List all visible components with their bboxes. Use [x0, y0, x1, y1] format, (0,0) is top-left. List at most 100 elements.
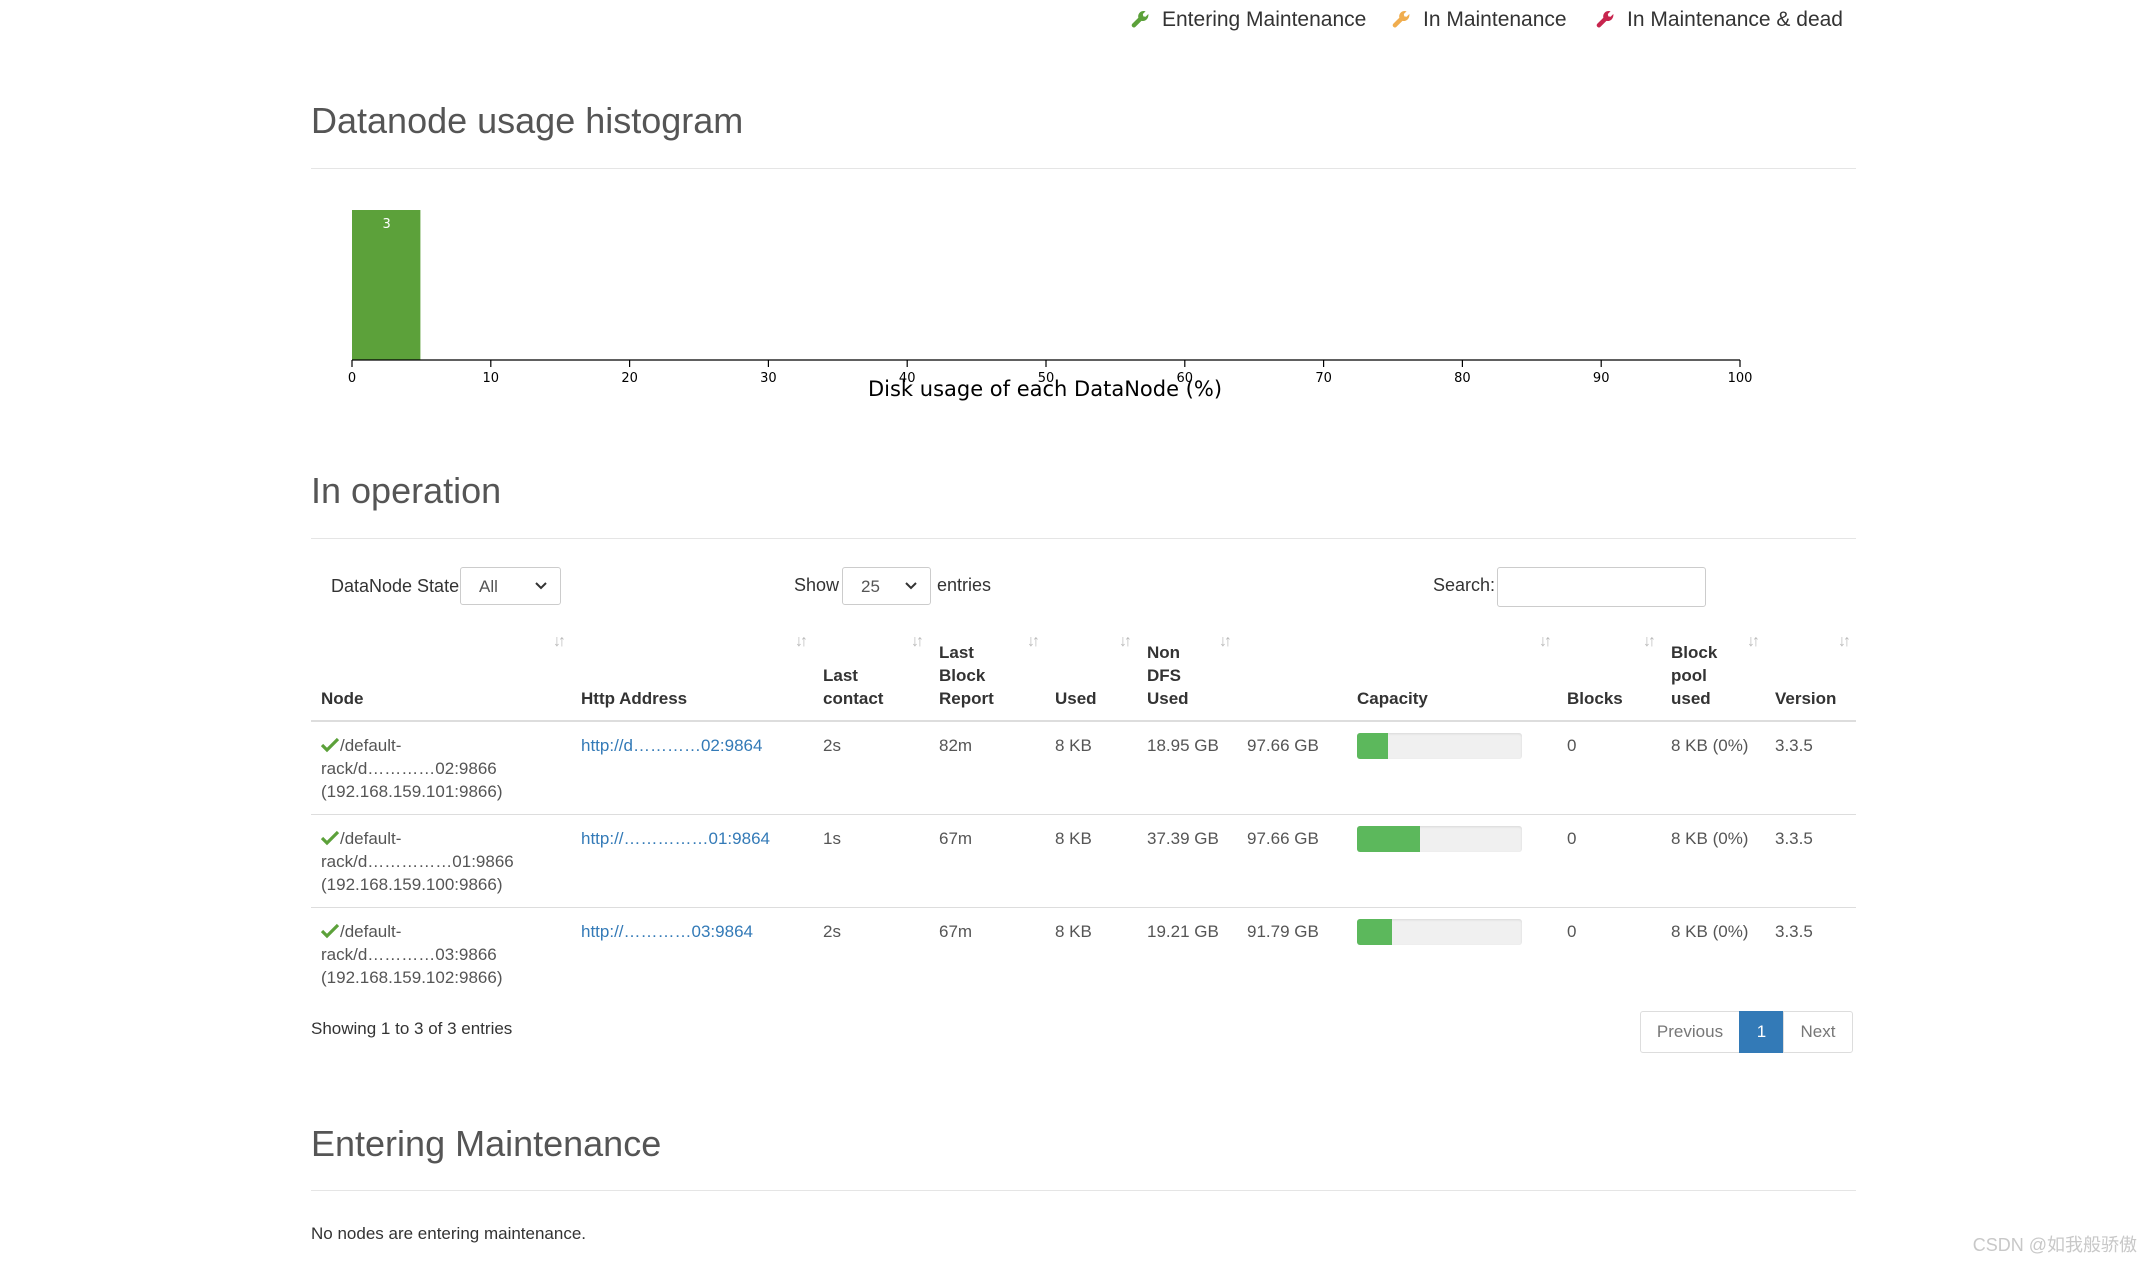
http-cell: http://……………01:9864 — [571, 814, 813, 908]
page-1-button[interactable]: 1 — [1739, 1011, 1784, 1053]
capacity-progress-bar — [1357, 919, 1522, 945]
column-label: Node — [321, 689, 364, 708]
node-cell: /default- rack/d…………02:9866 (192.168.159… — [311, 721, 571, 815]
next-page-button[interactable]: Next — [1783, 1011, 1853, 1053]
column-header-capacity-total — [1237, 630, 1347, 722]
capacity-progress-bar — [1357, 733, 1522, 759]
previous-page-button[interactable]: Previous — [1640, 1011, 1740, 1053]
http-address-link[interactable]: http://…………03:9864 — [581, 922, 753, 941]
column-header-block-pool-used[interactable]: ↓↑ Block pool used — [1661, 630, 1765, 722]
column-label: Blocks — [1567, 689, 1623, 708]
x-tick-label: 0 — [348, 371, 356, 386]
entering-maintenance-message: No nodes are entering maintenance. — [311, 1224, 587, 1243]
http-cell: http://…………03:9864 — [571, 907, 813, 1000]
last-contact-cell: 2s — [823, 736, 841, 755]
non-dfs-used-cell: 37.39 GB — [1137, 814, 1237, 908]
legend-label: Entering Maintenance — [1162, 8, 1367, 31]
capacity-cell: 97.66 GB — [1247, 736, 1319, 755]
search-input[interactable] — [1497, 567, 1706, 607]
column-label: Used — [1147, 689, 1189, 708]
http-address-link[interactable]: http://d…………02:9864 — [581, 736, 762, 755]
sort-icon: ↓↑ — [1747, 633, 1760, 650]
divider — [311, 538, 1856, 539]
node-rack: /default- — [340, 829, 402, 848]
column-header-non-dfs-used[interactable]: ↓↑ Non DFS Used — [1137, 630, 1237, 722]
sort-icon: ↓↑ — [1643, 633, 1656, 650]
last-block-report-cell: 67m — [929, 814, 1045, 908]
usage-histogram-chart: 3 0 10 20 30 40 50 60 70 80 90 100 Disk usage of e… — [348, 210, 1753, 401]
wrench-icon — [1131, 10, 1149, 28]
column-header-blocks[interactable]: ↓↑ Blocks — [1557, 630, 1661, 722]
x-tick-label: 100 — [1728, 371, 1753, 386]
column-header-last-block-report[interactable]: ↓↑ Last Block Report — [929, 630, 1045, 722]
entries-per-page-select[interactable]: 25 — [842, 567, 931, 605]
node-rack: /default- — [340, 922, 402, 941]
column-label: Non — [1147, 643, 1181, 662]
column-label: Used — [1055, 689, 1097, 708]
used-cell: 8 KB — [1055, 736, 1092, 755]
legend-in-maintenance-dead: In Maintenance & dead — [1595, 8, 1843, 32]
search-label: Search: — [1433, 575, 1496, 595]
x-axis-label: Disk usage of each DataNode (%) — [868, 377, 1222, 401]
capacity-bar-cell — [1347, 721, 1557, 815]
capacity-cell: 91.79 GB — [1237, 907, 1347, 1000]
column-header-last-contact[interactable]: ↓↑ Last contact — [813, 630, 929, 722]
sort-icon: ↓↑ — [1219, 633, 1232, 650]
sort-icon: ↓↑ — [1027, 633, 1040, 650]
column-label: Report — [939, 689, 994, 708]
watermark-text: CSDN @如我般骄傲 — [1972, 1235, 2137, 1255]
node-ip: (192.168.159.101:9866) — [321, 782, 503, 801]
table-row: /default- rack/d…………02:9866 (192.168.159… — [311, 721, 1856, 815]
capacity-cell: 97.66 GB — [1237, 814, 1347, 908]
sort-icon: ↓↑ — [1539, 633, 1552, 650]
sort-icon: ↓↑ — [795, 633, 808, 650]
divider — [311, 1190, 1856, 1191]
non-dfs-used-cell: 18.95 GB — [1147, 736, 1219, 755]
table-header-row: ↓↑ Node ↓↑ Http Address ↓↑ Last contact ↓↑ La… — [311, 630, 1856, 722]
non-dfs-used-cell: 19.21 GB — [1137, 907, 1237, 1000]
table-row: /default- rack/d……………01:9866 (192.168.15… — [311, 814, 1856, 908]
show-label: Show — [794, 575, 840, 595]
datanode-state-label: DataNode State — [331, 576, 460, 596]
node-ip: (192.168.159.102:9866) — [321, 968, 503, 987]
node-host: rack/d…………03:9866 — [321, 945, 497, 964]
in-operation-title: In operation — [311, 470, 502, 511]
legend-label: In Maintenance — [1423, 8, 1567, 31]
node-cell: /default- rack/d……………01:9866 (192.168.15… — [311, 814, 571, 908]
http-address-link[interactable]: http://……………01:9864 — [581, 829, 770, 848]
used-cell: 8 KB — [1045, 814, 1137, 908]
histogram-bar-label: 3 — [383, 217, 391, 232]
last-contact-cell: 2s — [813, 907, 929, 1000]
x-tick-label: 30 — [760, 371, 777, 386]
sort-icon: ↓↑ — [553, 633, 566, 650]
capacity-progress-fill — [1357, 919, 1392, 945]
column-header-capacity[interactable]: ↓↑ Capacity — [1347, 630, 1557, 722]
table-row: /default- rack/d…………03:9866 (192.168.159… — [311, 907, 1856, 1000]
column-header-used[interactable]: ↓↑ Used — [1045, 630, 1137, 722]
wrench-icon — [1596, 10, 1614, 28]
last-block-report-cell: 67m — [929, 907, 1045, 1000]
column-header-version[interactable]: ↓↑ Version — [1765, 630, 1856, 722]
x-tick-label: 90 — [1593, 371, 1610, 386]
datanode-state-value: All — [479, 577, 498, 596]
column-label: Version — [1775, 689, 1837, 708]
column-header-node[interactable]: ↓↑ Node — [311, 630, 571, 722]
blocks-cell: 0 — [1567, 736, 1577, 755]
x-tick-label: 70 — [1315, 371, 1332, 386]
version-cell: 3.3.5 — [1775, 736, 1813, 755]
datanode-state-select[interactable]: All — [460, 567, 561, 605]
column-label: Http Address — [581, 689, 688, 708]
column-label: contact — [823, 689, 884, 708]
x-tick-label: 20 — [621, 371, 638, 386]
sort-icon: ↓↑ — [911, 633, 924, 650]
http-cell: http://d…………02:9864 — [571, 721, 813, 815]
version-cell: 3.3.5 — [1765, 907, 1856, 1000]
last-contact-cell: 1s — [813, 814, 929, 908]
version-cell: 3.3.5 — [1765, 814, 1856, 908]
node-host: rack/d…………02:9866 — [321, 759, 497, 778]
legend-label: In Maintenance & dead — [1627, 8, 1843, 31]
node-cell: /default- rack/d…………03:9866 (192.168.159… — [311, 907, 571, 1000]
check-icon — [321, 737, 339, 753]
x-tick-label: 10 — [483, 371, 500, 386]
column-header-http-address[interactable]: ↓↑ Http Address — [571, 630, 813, 722]
